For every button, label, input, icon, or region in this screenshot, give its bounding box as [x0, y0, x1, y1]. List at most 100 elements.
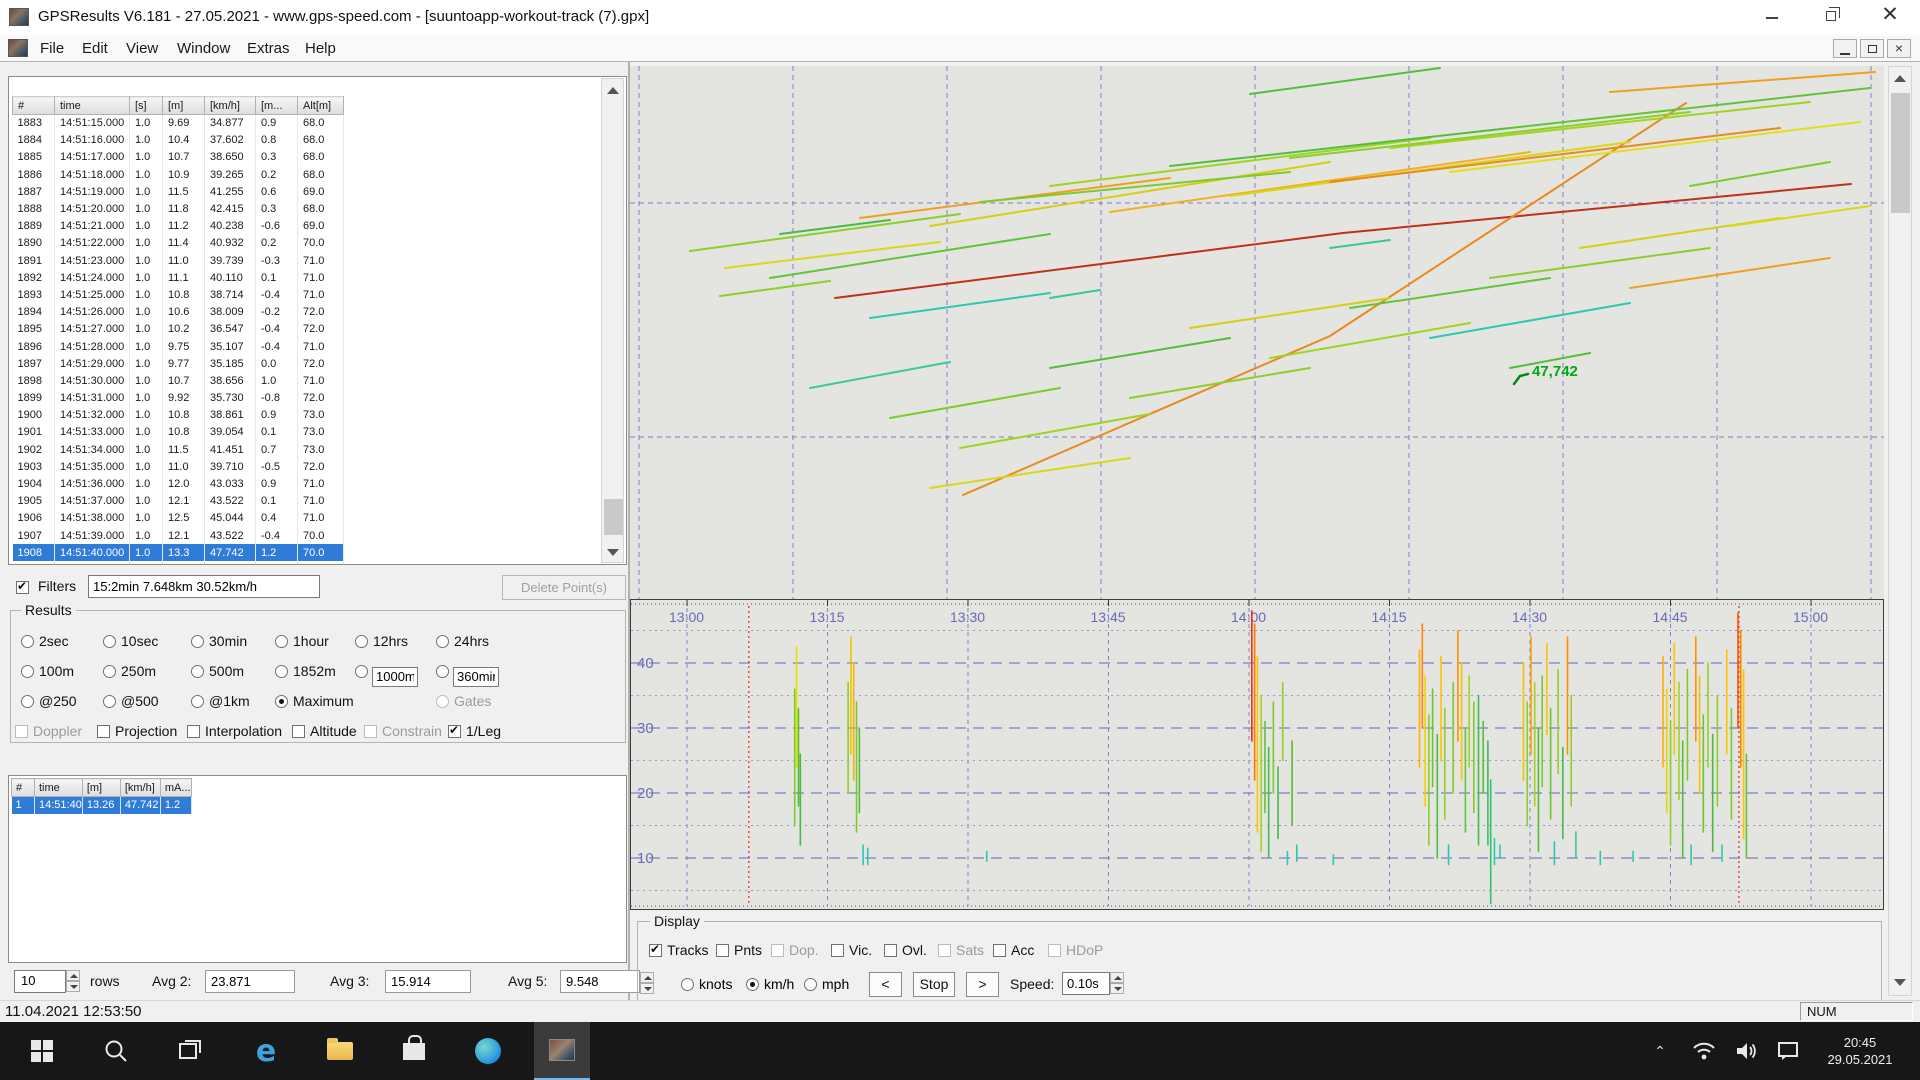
result-option-10sec[interactable]: 10sec: [103, 633, 191, 653]
table-row[interactable]: 188614:51:18.0001.010.939.2650.268.0: [13, 166, 344, 183]
restore-button[interactable]: [1801, 0, 1860, 33]
table-row[interactable]: 190114:51:33.0001.010.839.0540.173.0: [13, 424, 344, 441]
checkbox-tracks[interactable]: Tracks: [649, 942, 708, 958]
result-option-250m[interactable]: 250m: [103, 663, 191, 687]
avg2-value[interactable]: 23.871: [205, 970, 295, 993]
checkbox-1leg[interactable]: 1/Leg: [448, 723, 501, 739]
scrollbar-thumb[interactable]: [604, 499, 623, 535]
column-header[interactable]: time: [55, 97, 130, 115]
scroll-up-icon[interactable]: [1894, 75, 1906, 82]
filters-checkbox[interactable]: [16, 581, 29, 594]
action-center-button[interactable]: [1768, 1022, 1808, 1080]
table-row[interactable]: 190214:51:34.0001.011.541.4510.773.0: [13, 441, 344, 458]
checkbox-pnts[interactable]: Pnts: [716, 942, 762, 958]
menu-file[interactable]: File: [36, 39, 68, 58]
speed-stepper[interactable]: [1110, 972, 1124, 995]
gpsresults-taskbar-button[interactable]: [534, 1022, 590, 1080]
custom-value-input[interactable]: [372, 667, 418, 687]
table-row[interactable]: 188914:51:21.0001.011.240.238-0.669.0: [13, 218, 344, 235]
microsoft-store-button[interactable]: [386, 1022, 442, 1080]
column-header[interactable]: #: [12, 779, 35, 797]
filter-summary-input[interactable]: [88, 575, 320, 598]
result-option-500m[interactable]: 500m: [191, 663, 275, 687]
result-option-100m[interactable]: 100m: [21, 663, 103, 687]
mdi-restore-button[interactable]: [1860, 39, 1884, 58]
spin-down-icon[interactable]: [66, 981, 80, 992]
menu-help[interactable]: Help: [301, 39, 340, 58]
table-row[interactable]: 190614:51:38.0001.012.545.0440.471.0: [13, 510, 344, 527]
table-row[interactable]: 189414:51:26.0001.010.638.009-0.272.0: [13, 304, 344, 321]
table-row[interactable]: 188514:51:17.0001.010.738.6500.368.0: [13, 149, 344, 166]
column-header[interactable]: #: [13, 97, 55, 115]
table-row[interactable]: 189814:51:30.0001.010.738.6561.071.0: [13, 372, 344, 389]
mdi-minimize-button[interactable]: [1833, 39, 1857, 58]
network-button[interactable]: [1684, 1022, 1724, 1080]
column-header[interactable]: [m...: [256, 97, 298, 115]
table-row[interactable]: 189514:51:27.0001.010.236.547-0.472.0: [13, 321, 344, 338]
result-option-500[interactable]: @500: [103, 693, 191, 713]
scroll-down-icon[interactable]: [607, 549, 619, 556]
result-option-1km[interactable]: @1km: [191, 693, 275, 713]
table-row[interactable]: 189914:51:31.0001.09.9235.730-0.872.0: [13, 390, 344, 407]
spin-up-icon[interactable]: [66, 970, 80, 981]
column-header[interactable]: mA...: [160, 779, 191, 797]
edge-browser-button[interactable]: e: [238, 1022, 294, 1080]
table-row[interactable]: 189314:51:25.0001.010.838.714-0.471.0: [13, 286, 344, 303]
mdi-close-button[interactable]: ×: [1887, 39, 1911, 58]
result-option-gates[interactable]: Gates: [436, 693, 621, 713]
table-row[interactable]: 189714:51:29.0001.09.7735.1850.072.0: [13, 355, 344, 372]
result-option-24hrs[interactable]: 24hrs: [436, 633, 621, 653]
edge-beta-button[interactable]: [460, 1022, 516, 1080]
checkbox-interpolation[interactable]: Interpolation: [187, 723, 282, 739]
task-view-button[interactable]: [162, 1022, 218, 1080]
table-row[interactable]: 190714:51:39.0001.012.143.522-0.470.0: [13, 527, 344, 544]
table-row[interactable]: 188814:51:20.0001.011.842.4150.368.0: [13, 200, 344, 217]
checkbox-doppler[interactable]: Doppler: [15, 723, 82, 739]
checkbox-dop[interactable]: Dop.: [771, 942, 819, 958]
unit-kmh-radio[interactable]: km/h: [746, 976, 794, 992]
table-row[interactable]: 189614:51:28.0001.09.7535.107-0.471.0: [13, 338, 344, 355]
column-header[interactable]: [km/h]: [205, 97, 256, 115]
checkbox-constrain[interactable]: Constrain: [364, 723, 442, 739]
checkbox-altitude[interactable]: Altitude: [292, 723, 357, 739]
speed-interval-input[interactable]: 0.10s: [1062, 972, 1110, 995]
spin-down-icon[interactable]: [640, 983, 654, 994]
table-row[interactable]: 190814:51:40.0001.013.347.7421.270.0: [13, 544, 344, 561]
results-table[interactable]: #time[m][km/h]mA... 114:51:4013.2647.742…: [11, 778, 192, 814]
table-header-row[interactable]: #time[s][m][km/h][m...Alt[m]: [13, 97, 344, 115]
column-header[interactable]: [km/h]: [120, 779, 160, 797]
scroll-up-icon[interactable]: [607, 87, 619, 94]
results-header-row[interactable]: #time[m][km/h]mA...: [12, 779, 192, 797]
table-row[interactable]: 189214:51:24.0001.011.140.1100.171.0: [13, 269, 344, 286]
table-row[interactable]: 190914:51:41.0001.012.444.7850.870.0: [13, 561, 344, 565]
result-option-30min[interactable]: 30min: [191, 633, 275, 653]
checkbox-sats[interactable]: Sats: [938, 942, 984, 958]
table-row[interactable]: 188714:51:19.0001.011.541.2550.669.0: [13, 183, 344, 200]
table-row[interactable]: 188414:51:16.0001.010.437.6020.868.0: [13, 132, 344, 149]
taskbar-clock[interactable]: 20:45 29.05.2021: [1812, 1034, 1908, 1068]
speed-chart[interactable]: 13:0013:1513:3013:4514:0014:1514:3014:45…: [630, 599, 1884, 910]
custom-value-input[interactable]: [453, 667, 499, 687]
column-header[interactable]: [s]: [130, 97, 163, 115]
stop-button[interactable]: Stop: [913, 972, 955, 997]
start-button[interactable]: [14, 1022, 70, 1080]
tray-expand-button[interactable]: ⌃: [1640, 1022, 1680, 1080]
map-scrollbar[interactable]: [1888, 66, 1912, 996]
column-header[interactable]: [m]: [82, 779, 120, 797]
result-option-1852m[interactable]: 1852m: [275, 663, 355, 687]
result-option-360min[interactable]: [436, 663, 621, 687]
track-map[interactable]: 47,742: [630, 66, 1884, 599]
result-option-2sec[interactable]: 2sec: [21, 633, 103, 653]
avg5-value[interactable]: 9.548: [560, 970, 640, 993]
table-row[interactable]: 190314:51:35.0001.011.039.710-0.572.0: [13, 458, 344, 475]
table-row[interactable]: 190414:51:36.0001.012.043.0330.971.0: [13, 475, 344, 492]
menu-view[interactable]: View: [122, 39, 162, 58]
checkbox-acc[interactable]: Acc: [993, 942, 1034, 958]
menu-extras[interactable]: Extras: [243, 39, 294, 58]
table-row[interactable]: 190514:51:37.0001.012.143.5220.171.0: [13, 493, 344, 510]
unit-mph-radio[interactable]: mph: [804, 976, 849, 992]
rows-stepper[interactable]: [66, 970, 80, 993]
spin-down-icon[interactable]: [1110, 983, 1124, 994]
column-header[interactable]: Alt[m]: [298, 97, 344, 115]
table-row[interactable]: 189114:51:23.0001.011.039.739-0.371.0: [13, 252, 344, 269]
